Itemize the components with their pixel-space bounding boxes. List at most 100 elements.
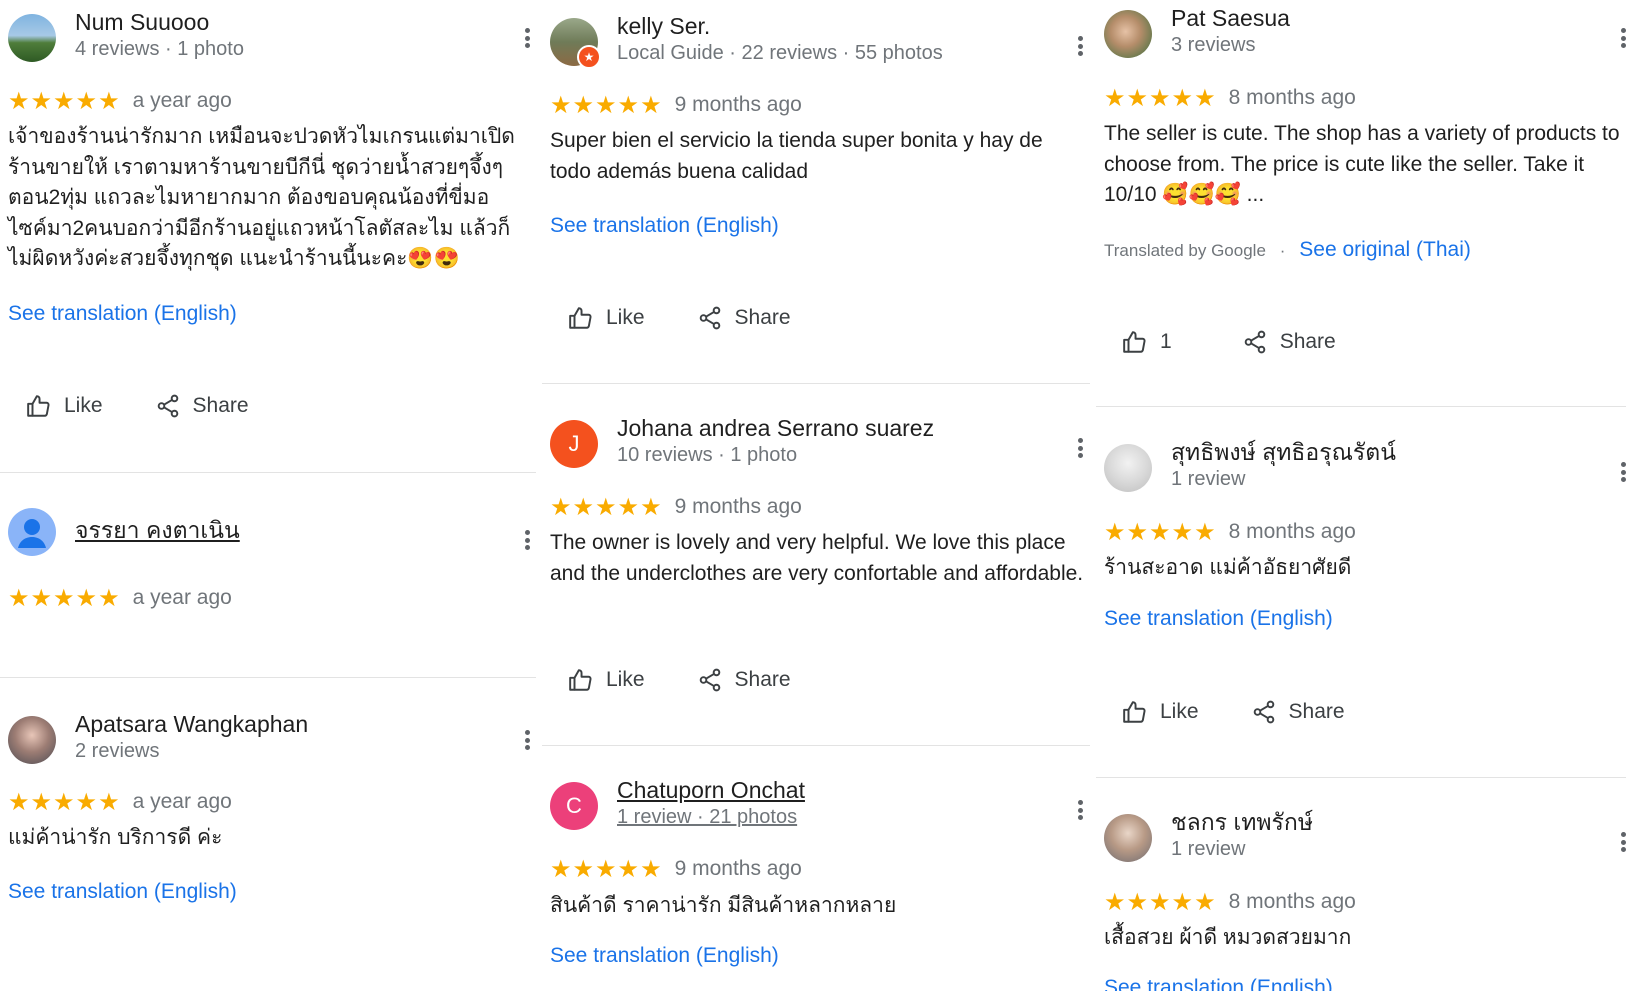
- review-date: 8 months ago: [1228, 520, 1356, 543]
- thumb-up-icon: [27, 395, 50, 417]
- share-icon: [699, 306, 720, 330]
- like-label: Like: [64, 394, 103, 417]
- review-actions: Like Share: [1122, 699, 1397, 725]
- divider: [542, 383, 1090, 384]
- reviewer-name[interactable]: Chatuporn Onchat: [617, 776, 805, 804]
- avatar[interactable]: [1104, 444, 1152, 492]
- rating-row: ★★★★★ 9 months ago: [550, 493, 802, 521]
- more-options-icon[interactable]: [1077, 34, 1083, 58]
- rating-row: ★★★★★ a year ago: [8, 788, 232, 816]
- share-button[interactable]: Share: [697, 305, 791, 331]
- like-label: Like: [1160, 700, 1199, 723]
- reviewer-name[interactable]: จรรยา คงตาเนิน: [75, 516, 240, 544]
- like-button[interactable]: 1: [1122, 329, 1172, 355]
- share-button[interactable]: Share: [1251, 699, 1345, 725]
- local-guide-badge: ★: [577, 45, 601, 69]
- avatar[interactable]: [8, 14, 56, 62]
- share-label: Share: [734, 306, 791, 329]
- share-button[interactable]: Share: [1242, 329, 1336, 355]
- review-column-1: Num Suuooo 4 reviews · 1 photo ★★★★★ a y…: [0, 0, 536, 991]
- more-options-icon[interactable]: [1077, 798, 1083, 822]
- like-button[interactable]: Like: [568, 667, 645, 693]
- like-button[interactable]: Like: [568, 305, 645, 331]
- reviewer-meta: 2 reviews: [75, 740, 160, 762]
- translated-by-label: Translated by Google: [1104, 241, 1266, 260]
- like-button[interactable]: Like: [1122, 699, 1199, 725]
- star-rating: ★★★★★: [1104, 888, 1217, 916]
- author-info: Num Suuooo 4 reviews · 1 photo: [75, 8, 244, 62]
- avatar[interactable]: J: [550, 420, 598, 468]
- share-icon: [1253, 700, 1274, 724]
- divider: [542, 745, 1090, 746]
- star-rating: ★★★★★: [550, 855, 663, 883]
- share-label: Share: [1279, 330, 1336, 353]
- review-actions: 1 Share: [1122, 329, 1388, 355]
- reviewer-name[interactable]: ชลกร เทพรักษ์: [1171, 808, 1313, 836]
- rating-row: ★★★★★ a year ago: [8, 87, 232, 115]
- divider: [1096, 406, 1626, 407]
- avatar[interactable]: [1104, 814, 1152, 862]
- avatar[interactable]: ★: [550, 18, 601, 69]
- review-text: เจ้าของร้านน่ารักมาก เหมือนจะปวดหัวไมเกร…: [8, 125, 515, 270]
- share-button[interactable]: Share: [155, 393, 249, 419]
- see-translation-link[interactable]: See translation (English): [550, 214, 779, 238]
- share-icon: [157, 394, 178, 418]
- share-label: Share: [192, 394, 249, 417]
- see-translation-link[interactable]: See translation (English): [1104, 976, 1333, 991]
- review-actions: Like Share: [26, 393, 301, 419]
- see-translation-link[interactable]: See translation (English): [550, 944, 779, 968]
- reviewer-name[interactable]: Num Suuooo: [75, 8, 244, 36]
- share-label: Share: [1288, 700, 1345, 723]
- rating-row: ★★★★★ 8 months ago: [1104, 84, 1356, 112]
- author-info: Apatsara Wangkaphan 2 reviews: [75, 710, 308, 764]
- reviewer-name[interactable]: kelly Ser.: [617, 12, 943, 40]
- reviewer-meta: 1 review: [1171, 468, 1246, 490]
- avatar[interactable]: C: [550, 782, 598, 830]
- review-date: 9 months ago: [674, 495, 802, 518]
- more-options-icon[interactable]: [1620, 26, 1626, 50]
- rating-row: ★★★★★ 8 months ago: [1104, 888, 1356, 916]
- see-translation-link[interactable]: See translation (English): [8, 302, 237, 326]
- reviewer-meta: Local Guide · 22 reviews · 55 photos: [617, 42, 943, 64]
- review-text: ร้านสะอาด แม่ค้าอัธยาศัยดี: [1104, 556, 1352, 579]
- share-icon: [1244, 330, 1265, 354]
- review-date: a year ago: [132, 89, 232, 112]
- translation-info: Translated by Google · See original (Tha…: [1104, 238, 1471, 261]
- more-options-icon[interactable]: [1620, 460, 1626, 484]
- more-options-icon[interactable]: [524, 528, 530, 552]
- review-date: 9 months ago: [674, 857, 802, 880]
- review-date: 9 months ago: [674, 93, 802, 116]
- star-rating: ★★★★★: [1104, 84, 1217, 112]
- reviewer-name[interactable]: Johana andrea Serrano suarez: [617, 414, 934, 442]
- review-actions: Like Share: [568, 667, 843, 693]
- person-icon: [18, 519, 46, 548]
- more-options-icon[interactable]: [524, 728, 530, 752]
- thumb-up-icon: [1123, 331, 1146, 353]
- avatar-initial: C: [566, 793, 582, 818]
- share-button[interactable]: Share: [697, 667, 791, 693]
- like-button[interactable]: Like: [26, 393, 103, 419]
- thumb-up-icon: [1123, 701, 1146, 723]
- reviewer-meta[interactable]: 1 review · 21 photos: [617, 804, 805, 830]
- see-translation-link[interactable]: See translation (English): [1104, 607, 1333, 631]
- reviewer-name[interactable]: Pat Saesua: [1171, 4, 1290, 32]
- review-date: a year ago: [132, 586, 232, 609]
- rating-row: ★★★★★ 8 months ago: [1104, 518, 1356, 546]
- review-text: แม่ค้าน่ารัก บริการดี ค่ะ: [8, 826, 223, 849]
- reviewer-name[interactable]: Apatsara Wangkaphan: [75, 710, 308, 738]
- see-translation-link[interactable]: See translation (English): [8, 880, 237, 904]
- avatar[interactable]: [8, 508, 56, 556]
- more-options-icon[interactable]: [1620, 830, 1626, 854]
- avatar[interactable]: [8, 716, 56, 764]
- divider: [0, 472, 536, 473]
- reviewer-name[interactable]: สุทธิพงษ์ สุทธิอรุณรัตน์: [1171, 438, 1396, 466]
- see-original-link[interactable]: See original (Thai): [1299, 238, 1471, 261]
- more-options-icon[interactable]: [524, 26, 530, 50]
- avatar[interactable]: [1104, 10, 1152, 58]
- review-date: 8 months ago: [1228, 890, 1356, 913]
- star-rating: ★★★★★: [550, 91, 663, 119]
- rating-row: ★★★★★ 9 months ago: [550, 91, 802, 119]
- like-label: Like: [606, 306, 645, 329]
- reviewer-meta: 4 reviews · 1 photo: [75, 38, 244, 60]
- more-options-icon[interactable]: [1077, 436, 1083, 460]
